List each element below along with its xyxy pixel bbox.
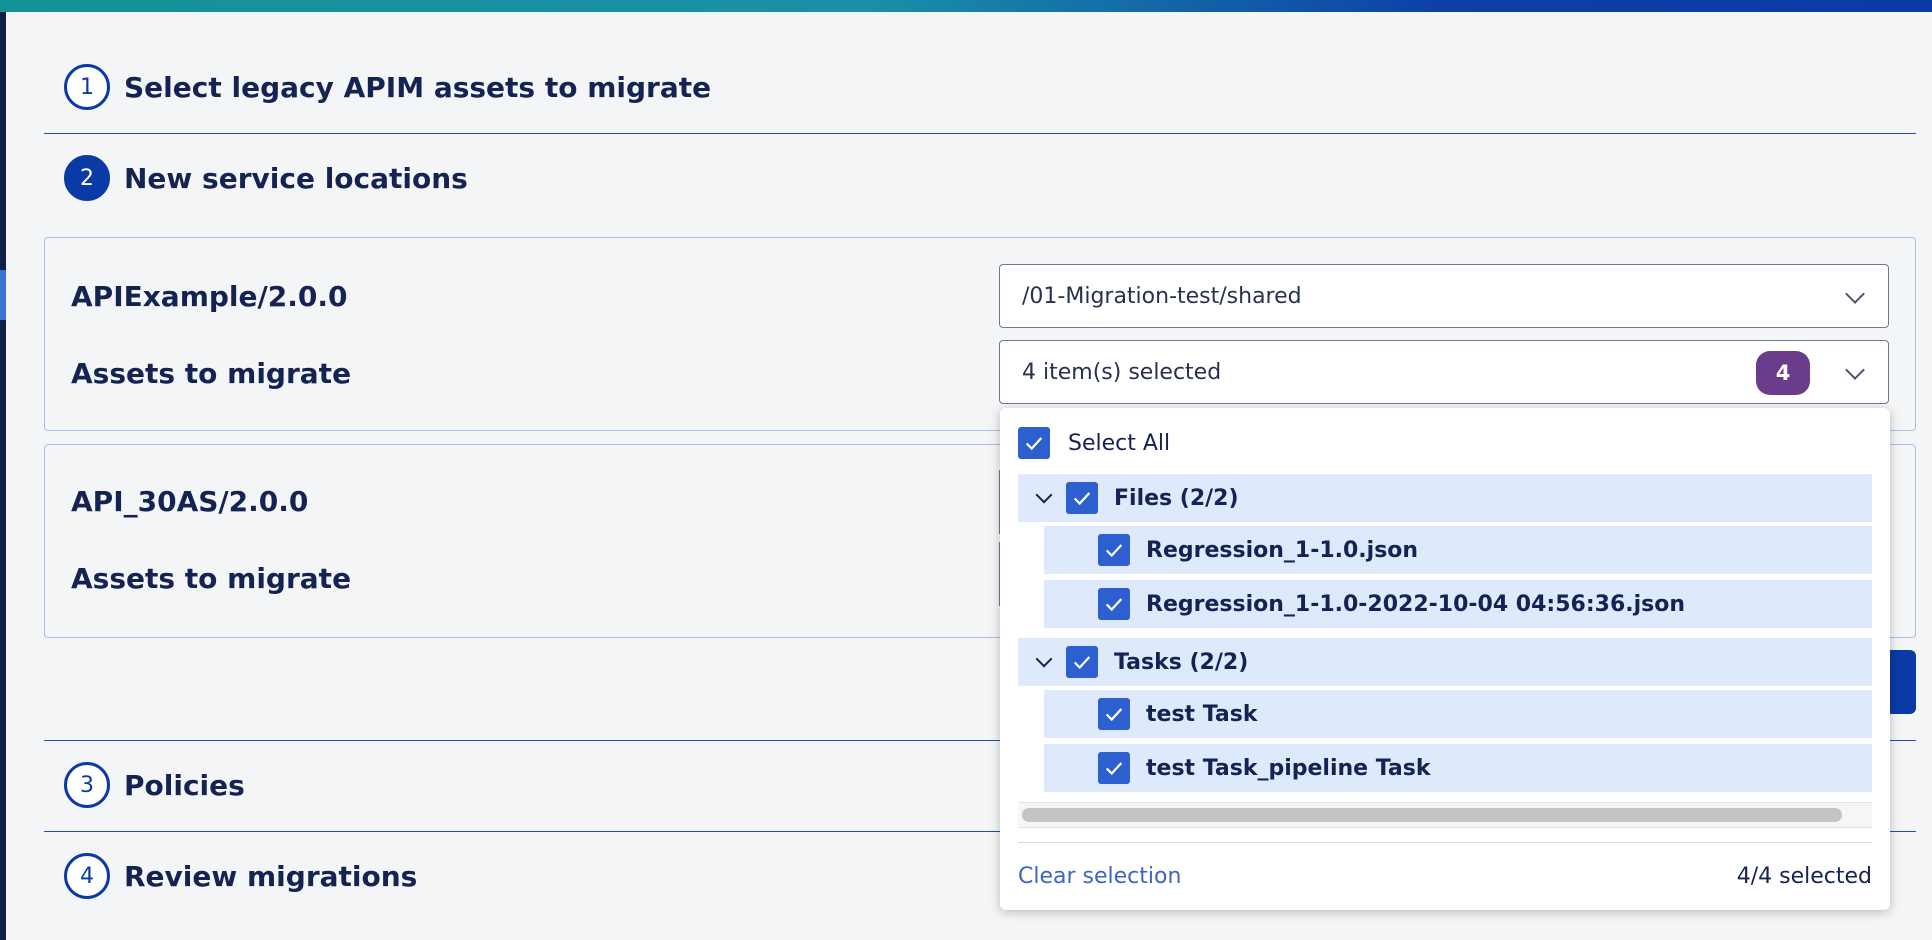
top-accent-bar [0, 0, 1932, 12]
footer-divider [1018, 842, 1872, 843]
select-all-label: Select All [1068, 430, 1171, 456]
chevron-down-icon[interactable] [1035, 486, 1053, 504]
tree-item[interactable]: Regression_1-1.0-2022-10-04 04:56:36.jso… [1044, 580, 1872, 628]
tree-item-label: test Task [1146, 701, 1258, 727]
step-divider [44, 133, 1916, 134]
selected-count-badge: 4 [1756, 351, 1810, 395]
assets-multiselect-value: 4 item(s) selected [1022, 359, 1222, 385]
tree-item[interactable]: test Task_pipeline Task [1044, 744, 1872, 792]
tree-group-label: Files (2/2) [1114, 485, 1239, 511]
tree-group-tasks[interactable]: Tasks (2/2) [1018, 638, 1872, 686]
checkbox-checked-icon[interactable] [1098, 752, 1130, 784]
tree-item-label: Regression_1-1.0.json [1146, 537, 1419, 563]
left-nav-edge [0, 12, 6, 940]
step-3-header[interactable]: 3 Policies [64, 762, 245, 808]
step-2-title: New service locations [124, 161, 468, 195]
select-all-option[interactable]: Select All [1018, 426, 1170, 460]
checkbox-checked-icon[interactable] [1098, 534, 1130, 566]
step-1-header[interactable]: 1 Select legacy APIM assets to migrate [64, 64, 711, 110]
tree-group-files[interactable]: Files (2/2) [1018, 474, 1872, 522]
assets-to-migrate-label: Assets to migrate [71, 357, 352, 390]
left-nav-active-indicator [0, 270, 6, 320]
tree-group-label: Tasks (2/2) [1114, 649, 1249, 675]
step-2-header[interactable]: 2 New service locations [64, 155, 468, 201]
step-3-title: Policies [124, 768, 245, 802]
tree-item-label: Regression_1-1.0-2022-10-04 04:56:36.jso… [1146, 591, 1686, 617]
checkbox-checked-icon[interactable] [1066, 646, 1098, 678]
step-4-number: 4 [64, 853, 110, 899]
step-1-title: Select legacy APIM assets to migrate [124, 70, 712, 104]
tree-item-label: test Task_pipeline Task [1146, 755, 1431, 781]
step-1-number: 1 [64, 64, 110, 110]
step-4-header[interactable]: 4 Review migrations [64, 853, 417, 899]
tree-item[interactable]: test Task [1044, 690, 1872, 738]
checkbox-checked-icon[interactable] [1066, 482, 1098, 514]
step-4-title: Review migrations [124, 859, 418, 893]
step-3-number: 3 [64, 762, 110, 808]
assets-to-migrate-label: Assets to migrate [71, 562, 352, 595]
step-2-number: 2 [64, 155, 110, 201]
assets-multiselect[interactable]: 4 item(s) selected 4 [999, 340, 1889, 404]
scrollbar-thumb[interactable] [1022, 808, 1842, 822]
horizontal-scrollbar[interactable] [1018, 802, 1872, 828]
checkbox-checked-icon[interactable] [1018, 427, 1050, 459]
service-name: API_30AS/2.0.0 [71, 485, 309, 518]
selected-count-text: 4/4 selected [1736, 864, 1872, 889]
service-location-value: /01-Migration-test/shared [1022, 283, 1302, 309]
clear-selection-link[interactable]: Clear selection [1018, 864, 1181, 889]
service-location-select[interactable]: /01-Migration-test/shared [999, 264, 1889, 328]
chevron-down-icon [1845, 360, 1865, 380]
checkbox-checked-icon[interactable] [1098, 698, 1130, 730]
assets-dropdown-panel: Select All Files (2/2) Regression_1-1.0.… [1000, 408, 1890, 910]
chevron-down-icon[interactable] [1035, 650, 1053, 668]
checkbox-checked-icon[interactable] [1098, 588, 1130, 620]
service-name: APIExample/2.0.0 [71, 280, 348, 313]
chevron-down-icon [1845, 284, 1865, 304]
tree-item[interactable]: Regression_1-1.0.json [1044, 526, 1872, 574]
